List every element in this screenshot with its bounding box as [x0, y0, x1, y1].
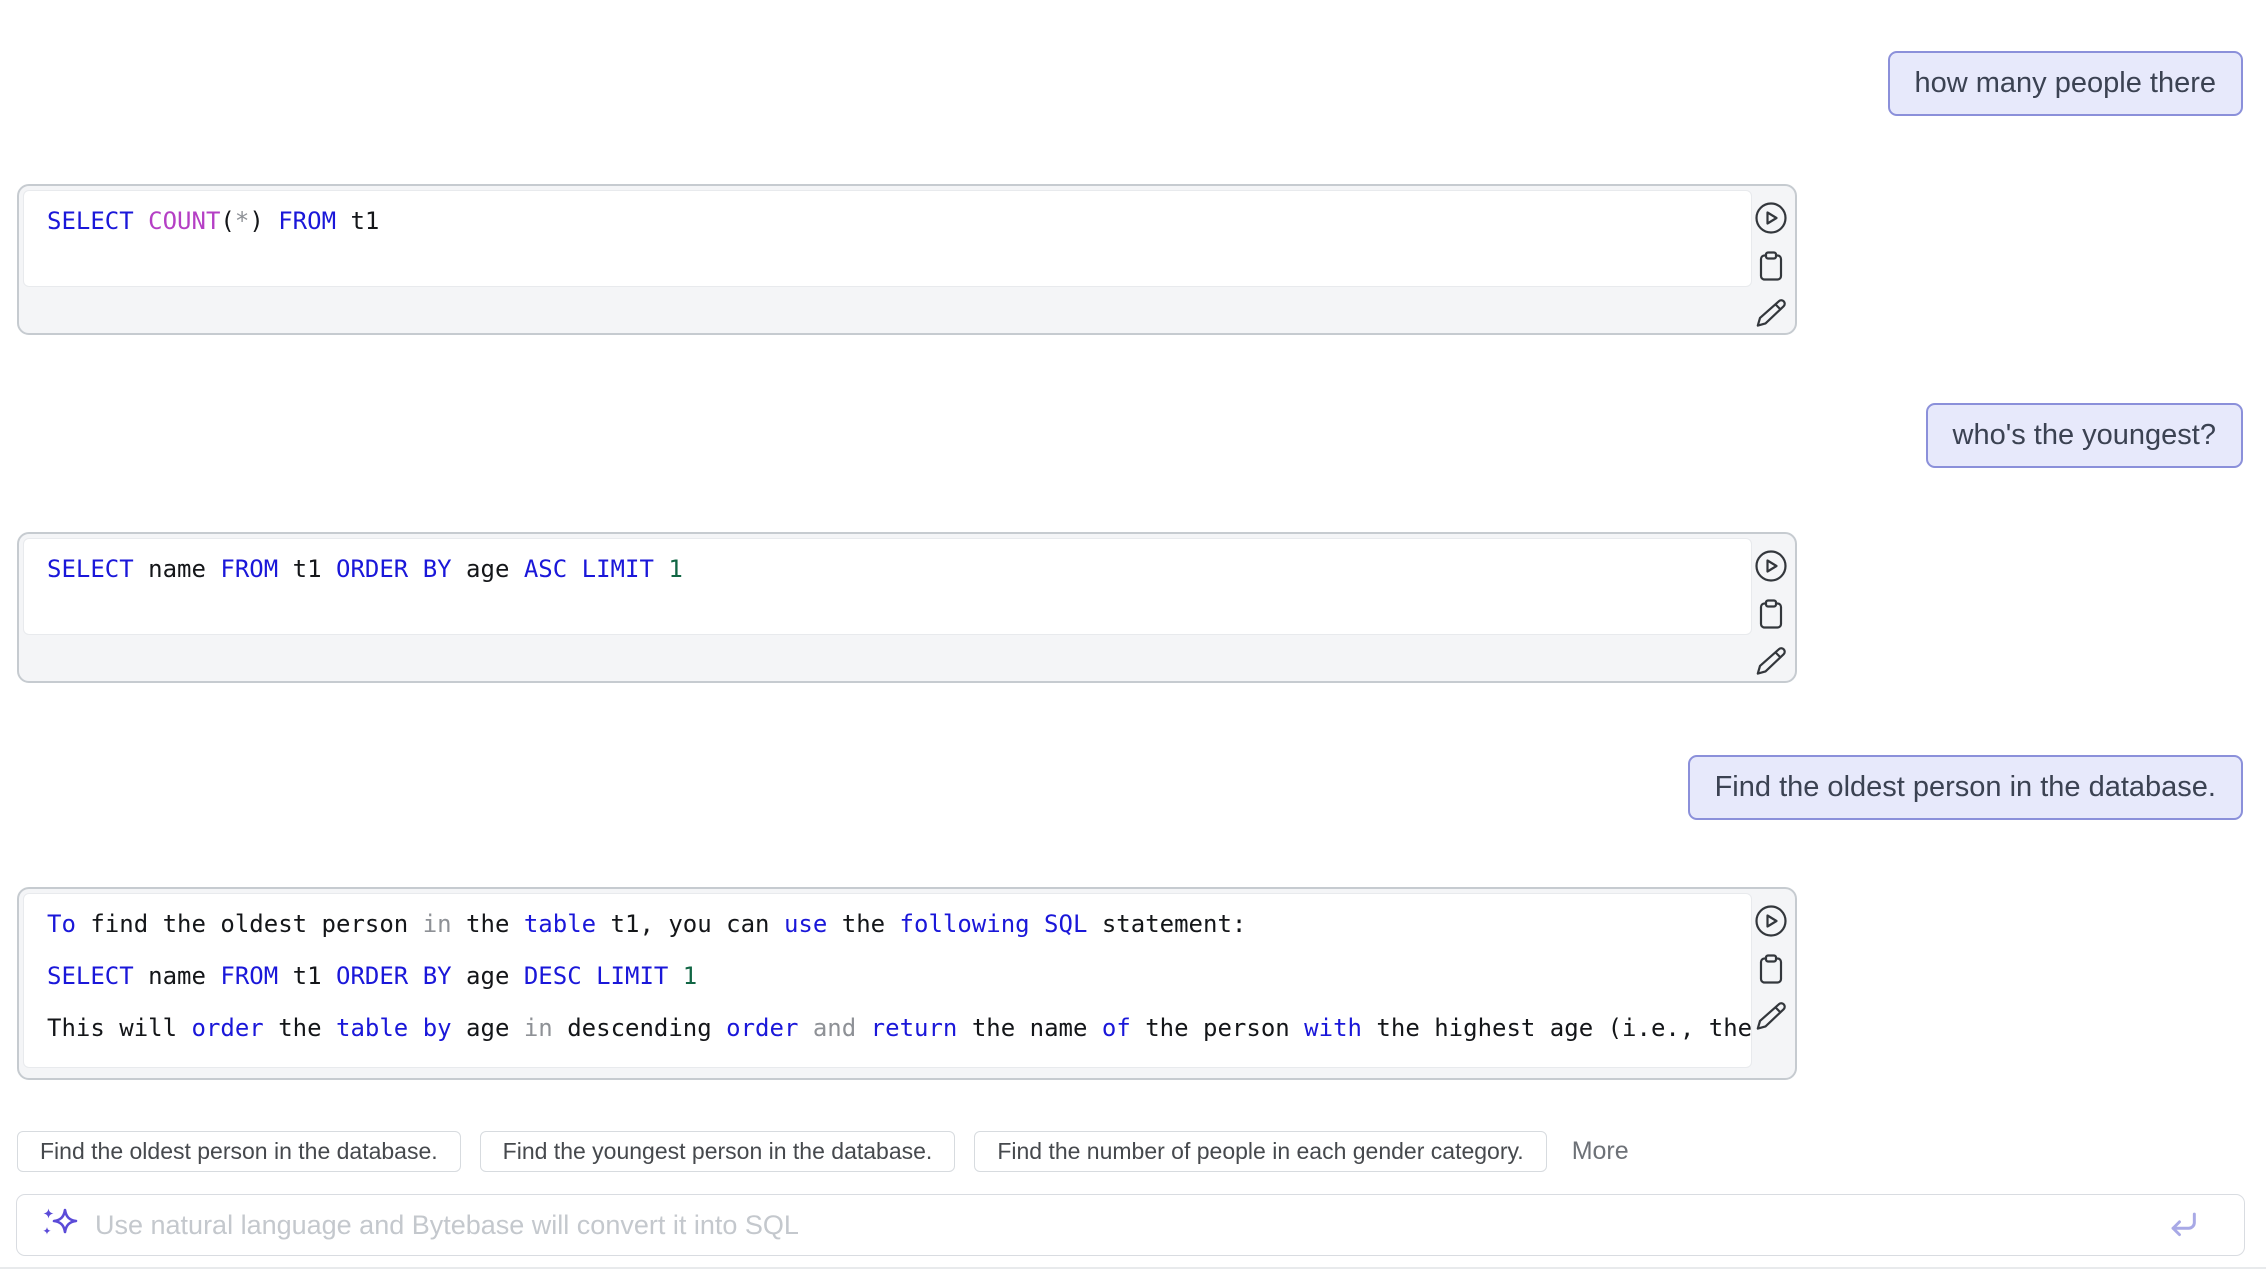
sql-actions: [1753, 200, 1789, 332]
user-message-bubble: how many people there: [1888, 51, 2243, 116]
user-message-bubble: Find the oldest person in the database.: [1688, 755, 2243, 820]
edit-sql-button[interactable]: [1753, 296, 1789, 332]
play-circle-icon: [1753, 200, 1789, 236]
user-message-text: how many people there: [1915, 67, 2216, 100]
user-message-text: who's the youngest?: [1953, 419, 2217, 452]
more-suggestions-link[interactable]: More: [1572, 1137, 1629, 1166]
composer-placeholder: Use natural language and Bytebase will c…: [95, 1210, 2166, 1241]
sql-actions: [1753, 903, 1789, 1035]
enter-return-icon: [2166, 1207, 2200, 1241]
user-message-bubble: who's the youngest?: [1926, 403, 2244, 468]
suggestion-youngest-person[interactable]: Find the youngest person in the database…: [480, 1131, 956, 1172]
sparkles-icon: [39, 1203, 79, 1248]
assistant-sql-box: SELECT COUNT(*) FROM t1: [17, 184, 1797, 335]
edit-sql-button[interactable]: [1753, 999, 1789, 1035]
run-query-button[interactable]: [1753, 200, 1789, 236]
sql-code-area[interactable]: SELECT COUNT(*) FROM t1: [23, 190, 1752, 287]
user-message-text: Find the oldest person in the database.: [1715, 771, 2216, 804]
run-query-button[interactable]: [1753, 548, 1789, 584]
bottom-divider: [0, 1267, 2266, 1269]
sql-code-line: To find the oldest person in the table t…: [47, 898, 1751, 950]
sql-code-line: This will order the table by age in desc…: [47, 1002, 1751, 1054]
play-circle-icon: [1753, 903, 1789, 939]
suggestion-oldest-person[interactable]: Find the oldest person in the database.: [17, 1131, 461, 1172]
copy-sql-button[interactable]: [1753, 951, 1789, 987]
clipboard-icon: [1753, 248, 1789, 284]
edit-sql-button[interactable]: [1753, 644, 1789, 680]
suggestion-row: Find the oldest person in the database. …: [17, 1131, 2249, 1172]
sql-code-line: SELECT COUNT(*) FROM t1: [47, 195, 1751, 247]
clipboard-icon: [1753, 596, 1789, 632]
copy-sql-button[interactable]: [1753, 248, 1789, 284]
pencil-icon: [1753, 296, 1789, 332]
suggestion-gender-count[interactable]: Find the number of people in each gender…: [974, 1131, 1546, 1172]
assistant-sql-box: To find the oldest person in the table t…: [17, 887, 1797, 1080]
nl-to-sql-input[interactable]: Use natural language and Bytebase will c…: [16, 1194, 2245, 1256]
sql-actions: [1753, 548, 1789, 680]
pencil-icon: [1753, 644, 1789, 680]
run-query-button[interactable]: [1753, 903, 1789, 939]
submit-enter-button[interactable]: [2166, 1207, 2200, 1244]
assistant-sql-box: SELECT name FROM t1 ORDER BY age ASC LIM…: [17, 532, 1797, 683]
sql-code-area[interactable]: To find the oldest person in the table t…: [23, 893, 1752, 1068]
sql-code-area[interactable]: SELECT name FROM t1 ORDER BY age ASC LIM…: [23, 538, 1752, 635]
sql-code-line: SELECT name FROM t1 ORDER BY age ASC LIM…: [47, 543, 1751, 595]
sql-chat-page: how many people there SELECT COUNT(*) FR…: [0, 0, 2266, 1274]
copy-sql-button[interactable]: [1753, 596, 1789, 632]
pencil-icon: [1753, 999, 1789, 1035]
sql-code-line: SELECT name FROM t1 ORDER BY age DESC LI…: [47, 950, 1751, 1002]
play-circle-icon: [1753, 548, 1789, 584]
clipboard-icon: [1753, 951, 1789, 987]
